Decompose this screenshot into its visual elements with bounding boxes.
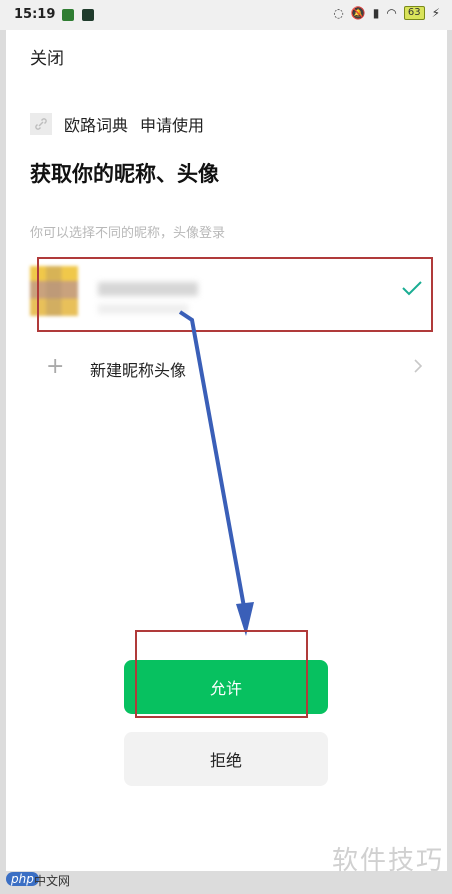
notification-app-icon-2 [82,9,94,21]
hint-text: 你可以选择不同的昵称，头像登录 [30,226,226,241]
status-bar: 15:19 ◌ 🔕 ▮ ◠ 63 ⚡ [0,0,452,30]
battery-icon: 63 [403,6,425,20]
signal-icon: ▮ [372,6,380,20]
annotation-box-profile [37,257,433,332]
status-time: 15:19 [14,7,56,22]
close-button[interactable]: 关闭 [30,44,64,69]
app-request-text: 申请使用 [140,116,205,135]
watermark-right: 软件技巧 [331,846,444,876]
app-info-row: 欧路词典 申请使用 [30,112,204,136]
annotation-box-allow [135,630,308,718]
nfc-icon: ◌ [333,6,344,20]
app-name: 欧路词典 [64,116,129,135]
app-logo-icon [30,113,52,135]
watermark-cn: 中文网 [34,874,71,888]
reject-button[interactable]: 拒绝 [124,732,328,786]
new-profile-label: 新建昵称头像 [90,361,187,380]
notification-app-icon [62,9,74,21]
status-icons: ◌ 🔕 ▮ ◠ 63 ⚡ [333,6,440,20]
mute-icon: 🔕 [350,6,366,20]
new-profile-option[interactable]: + 新建昵称头像 [6,348,447,388]
wifi-icon: ◠ [386,6,397,20]
charging-icon: ⚡ [431,6,440,20]
plus-icon: + [46,354,65,379]
chevron-right-icon [413,358,423,378]
page-title: 获取你的昵称、头像 [30,162,219,186]
